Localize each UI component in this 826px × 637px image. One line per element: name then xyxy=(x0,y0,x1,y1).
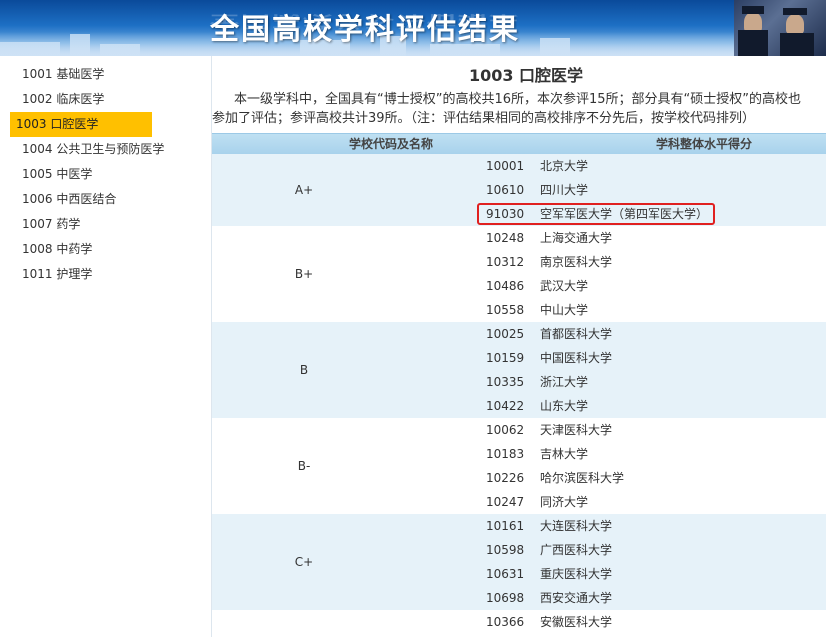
school-name: 浙江大学 xyxy=(540,375,589,389)
school-name: 空军军医大学（第四军医大学） xyxy=(540,207,709,221)
sidebar-item-1006[interactable]: 1006 中西医结合 xyxy=(8,187,152,212)
school-code: 10062 xyxy=(486,423,525,437)
school-code: 10248 xyxy=(486,231,525,245)
intro-line-2: 参加了评估；参评高校共计39所。（注：评估结果相同的高校排序不分先后，按学校代码… xyxy=(212,111,756,126)
school-code: 10558 xyxy=(486,303,525,317)
table-row: 10335 浙江大学 xyxy=(212,370,826,394)
sidebar-item-1007[interactable]: 1007 药学 xyxy=(8,212,152,237)
table-row: 10312 南京医科大学 xyxy=(212,250,826,274)
page-title: 1003 口腔医学 xyxy=(468,66,584,85)
column-header-school: 学校代码及名称 xyxy=(349,137,434,151)
table-row: 10366 安徽医科大学 xyxy=(212,610,826,634)
sidebar-item-1011[interactable]: 1011 护理学 xyxy=(8,262,152,287)
school-name: 安徽医科大学 xyxy=(540,615,613,629)
school-name: 大连医科大学 xyxy=(540,519,613,533)
grade-group-b: B 10025 首都医科大学 10159 中国医科大学 10335 浙江大学 1… xyxy=(212,322,826,418)
school-name: 武汉大学 xyxy=(540,279,589,293)
school-name: 山东大学 xyxy=(540,399,589,413)
column-header-score: 学科整体水平得分 xyxy=(656,137,753,151)
school-name: 哈尔滨医科大学 xyxy=(540,471,625,485)
sidebar-item-1008[interactable]: 1008 中药学 xyxy=(8,237,152,262)
sidebar-item-1002[interactable]: 1002 临床医学 xyxy=(8,87,152,112)
table-row: 10001 北京大学 xyxy=(212,154,826,178)
school-code: 10422 xyxy=(486,399,525,413)
school-code: 10226 xyxy=(486,471,525,485)
table-row: 10183 吉林大学 xyxy=(212,442,826,466)
table-row: 10062 天津医科大学 xyxy=(212,418,826,442)
school-code: 10001 xyxy=(486,159,525,173)
school-name: 中国医科大学 xyxy=(540,351,613,365)
table-row-highlighted: 91030 空军军医大学（第四军医大学） xyxy=(212,202,826,226)
school-code: 10025 xyxy=(486,327,525,341)
school-name: 广西医科大学 xyxy=(540,543,613,557)
table-row: 10486 武汉大学 xyxy=(212,274,826,298)
school-name: 同济大学 xyxy=(540,495,589,509)
table-row: 10598 广西医科大学 xyxy=(212,538,826,562)
intro-line-1: 本一级学科中，全国具有“博士授权”的高校共16所，本次参评15所；部分具有“硕士… xyxy=(234,92,802,107)
school-name: 南京医科大学 xyxy=(540,255,613,269)
table-row: 10247 同济大学 xyxy=(212,490,826,514)
grade-group-c-plus: C+ 10161 大连医科大学 10598 广西医科大学 10631 重庆医科大… xyxy=(212,514,826,610)
table-row: 10422 山东大学 xyxy=(212,394,826,418)
table-row: 10631 重庆医科大学 xyxy=(212,562,826,586)
school-code: 10610 xyxy=(486,183,525,197)
grade-group-b-minus: B- 10062 天津医科大学 10183 吉林大学 10226 哈尔滨医科大学… xyxy=(212,418,826,514)
main-content: 1003 口腔医学 本一级学科中，全国具有“博士授权”的高校共16所，本次参评1… xyxy=(212,56,826,637)
grade-group-b-plus: B+ 10248 上海交通大学 10312 南京医科大学 10486 武汉大学 … xyxy=(212,226,826,322)
table-row: 10159 中国医科大学 xyxy=(212,346,826,370)
table-row: 10025 首都医科大学 xyxy=(212,322,826,346)
grade-group-a-plus: A+ 10001 北京大学 10610 四川大学 91030 空军军医大学（第四… xyxy=(212,154,826,226)
table-row: 10610 四川大学 xyxy=(212,178,826,202)
intro-paragraph: 本一级学科中，全国具有“博士授权”的高校共16所，本次参评15所；部分具有“硕士… xyxy=(212,90,826,128)
school-code: 91030 xyxy=(486,207,525,221)
header-banner: 全国高校学科评估结果 全国高校学科评估结果 xyxy=(0,0,826,56)
results-table: 学校代码及名称 学科整体水平得分 A+ 10001 北京大学 10610 四川大… xyxy=(212,133,826,634)
table-row: 10698 西安交通大学 xyxy=(212,586,826,610)
school-name: 中山大学 xyxy=(540,303,589,317)
table-header: 学校代码及名称 学科整体水平得分 xyxy=(212,133,826,154)
table-row: 10558 中山大学 xyxy=(212,298,826,322)
school-code: 10631 xyxy=(486,567,525,581)
school-name: 首都医科大学 xyxy=(540,327,613,341)
school-code: 10486 xyxy=(486,279,525,293)
table-row: 10226 哈尔滨医科大学 xyxy=(212,466,826,490)
sidebar-item-1004[interactable]: 1004 公共卫生与预防医学 xyxy=(8,137,164,162)
grade-group-next: 10366 安徽医科大学 xyxy=(212,610,826,634)
table-row: 10248 上海交通大学 xyxy=(212,226,826,250)
school-code: 10698 xyxy=(486,591,525,605)
school-code: 10161 xyxy=(486,519,525,533)
school-code: 10183 xyxy=(486,447,525,461)
school-name: 四川大学 xyxy=(540,183,589,197)
school-name: 北京大学 xyxy=(540,159,589,173)
header-photo xyxy=(734,0,826,56)
header-title-reflection: 全国高校学科评估结果 xyxy=(210,12,521,31)
table-row: 10161 大连医科大学 xyxy=(212,514,826,538)
sidebar-item-1003-active[interactable]: 1003 口腔医学 xyxy=(10,112,152,137)
school-code: 10247 xyxy=(486,495,525,509)
school-name: 吉林大学 xyxy=(540,447,589,461)
school-code: 10159 xyxy=(486,351,525,365)
sidebar-item-1001[interactable]: 1001 基础医学 xyxy=(8,62,152,87)
school-code: 10312 xyxy=(486,255,525,269)
school-name: 天津医科大学 xyxy=(540,423,613,437)
sidebar-nav: 1001 基础医学 1002 临床医学 1003 口腔医学 1004 公共卫生与… xyxy=(0,56,212,637)
school-name: 上海交通大学 xyxy=(540,231,613,245)
sidebar-item-1005[interactable]: 1005 中医学 xyxy=(8,162,152,187)
school-name: 西安交通大学 xyxy=(540,591,613,605)
school-name: 重庆医科大学 xyxy=(540,567,613,581)
school-code: 10366 xyxy=(486,615,525,629)
school-code: 10598 xyxy=(486,543,525,557)
school-code: 10335 xyxy=(486,375,525,389)
